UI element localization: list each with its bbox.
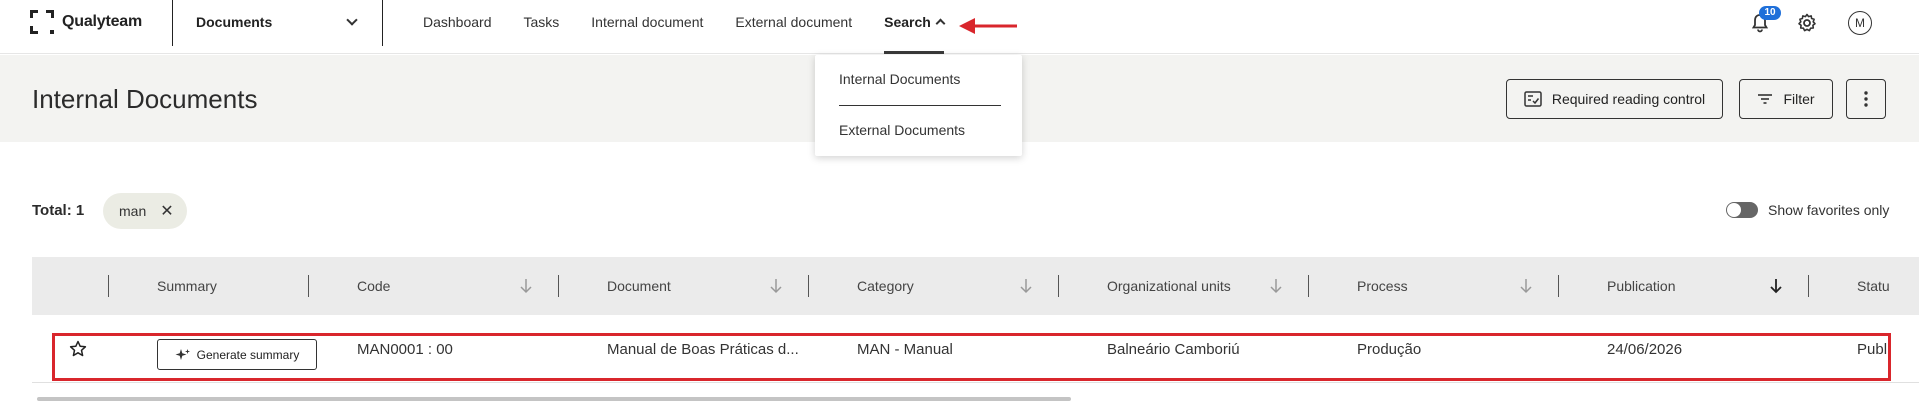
sort-arrow-down-icon[interactable] (1268, 276, 1284, 296)
app-logo[interactable]: Qualyteam (30, 10, 142, 34)
toggle-switch[interactable] (1726, 202, 1758, 218)
cell-organizational-unit: Balneário Camboriú (1107, 340, 1240, 358)
search-dropdown-menu: Internal Documents External Documents (815, 55, 1022, 156)
user-avatar-button[interactable]: M (1845, 8, 1875, 38)
favorite-star-icon[interactable] (69, 315, 87, 383)
column-divider (108, 275, 109, 297)
chevron-up-icon (935, 18, 946, 29)
column-header-status[interactable]: Statu (1857, 257, 1890, 315)
column-divider (1808, 275, 1809, 297)
nav-item-tasks[interactable]: Tasks (524, 0, 560, 54)
show-favorites-toggle[interactable]: Show favorites only (1726, 202, 1889, 218)
column-divider (1558, 275, 1559, 297)
sort-arrow-down-icon[interactable] (1018, 276, 1034, 296)
nav-item-external-document[interactable]: External document (735, 0, 852, 54)
cell-category: MAN - Manual (857, 340, 953, 358)
notifications-button[interactable]: 10 (1745, 6, 1781, 38)
horizontal-scrollbar[interactable] (37, 397, 1071, 401)
column-header-organizational-units[interactable]: Organizational units (1107, 257, 1231, 315)
cell-code: MAN0001 : 00 (357, 340, 453, 358)
more-options-button[interactable] (1846, 79, 1886, 119)
column-header-summary: Summary (157, 278, 217, 294)
menu-item-external-documents[interactable]: External Documents (839, 122, 965, 138)
chevron-down-icon (346, 14, 358, 26)
main-nav: Dashboard Tasks Internal document Extern… (423, 0, 976, 54)
sparkle-icon (175, 348, 190, 360)
menu-divider (839, 105, 1001, 106)
column-divider (558, 275, 559, 297)
page-title: Internal Documents (32, 84, 258, 114)
table-header: Summary Code Document Category Organizat… (32, 257, 1919, 315)
module-selector[interactable]: Documents (196, 12, 358, 32)
filter-button[interactable]: Filter (1739, 79, 1833, 119)
filter-lines-icon (1758, 94, 1773, 104)
filter-chip-label: man (119, 203, 147, 219)
active-tab-indicator (884, 51, 944, 54)
qualyteam-logo-icon (30, 10, 54, 34)
divider (172, 0, 173, 46)
filter-label: Filter (1783, 91, 1815, 107)
table-row[interactable]: Generate summary MAN0001 : 00 Manual de … (32, 315, 1919, 383)
column-header-code[interactable]: Code (357, 257, 390, 315)
nav-item-dashboard[interactable]: Dashboard (423, 0, 492, 54)
sort-arrow-down-icon[interactable] (1518, 276, 1534, 296)
sort-arrow-down-active-icon[interactable] (1768, 276, 1784, 296)
required-reading-control-button[interactable]: Required reading control (1506, 79, 1723, 119)
close-icon[interactable]: ✕ (160, 201, 173, 221)
settings-button[interactable] (1792, 8, 1822, 38)
reading-checklist-icon (1524, 91, 1542, 107)
generate-summary-button[interactable]: Generate summary (157, 339, 317, 370)
nav-item-search[interactable]: Search (884, 0, 946, 54)
sort-arrow-down-icon[interactable] (768, 276, 784, 296)
divider (382, 0, 383, 46)
column-divider (1058, 275, 1059, 297)
generate-summary-label: Generate summary (196, 347, 300, 362)
menu-item-internal-documents[interactable]: Internal Documents (839, 71, 960, 87)
column-divider (1308, 275, 1309, 297)
show-favorites-label: Show favorites only (1768, 202, 1890, 218)
column-header-process[interactable]: Process (1357, 257, 1408, 315)
avatar: M (1848, 11, 1872, 35)
cell-document[interactable]: Manual de Boas Práticas d... (607, 315, 799, 383)
cell-status: Publ (1857, 340, 1888, 358)
kebab-menu-icon (1864, 91, 1868, 107)
sort-arrow-down-icon[interactable] (518, 276, 534, 296)
column-header-publication[interactable]: Publication (1607, 257, 1676, 315)
nav-item-internal-document[interactable]: Internal document (591, 0, 703, 54)
top-navigation-bar: Qualyteam Documents Dashboard Tasks Inte… (0, 0, 1919, 54)
nav-item-search-label: Search (884, 14, 931, 30)
column-header-document[interactable]: Document (607, 257, 671, 315)
cell-publication: 24/06/2026 (1607, 340, 1683, 358)
gear-icon (1798, 13, 1816, 32)
module-selector-label: Documents (196, 14, 273, 30)
total-count: Total: 1 (32, 202, 85, 219)
column-divider (308, 275, 309, 297)
cell-process: Produção (1357, 340, 1422, 358)
required-reading-control-label: Required reading control (1551, 91, 1706, 107)
search-filter-chip: man ✕ (103, 193, 187, 229)
app-name: Qualyteam (62, 13, 143, 30)
column-header-category[interactable]: Category (857, 257, 914, 315)
notification-count-badge: 10 (1759, 6, 1781, 20)
column-divider (808, 275, 809, 297)
